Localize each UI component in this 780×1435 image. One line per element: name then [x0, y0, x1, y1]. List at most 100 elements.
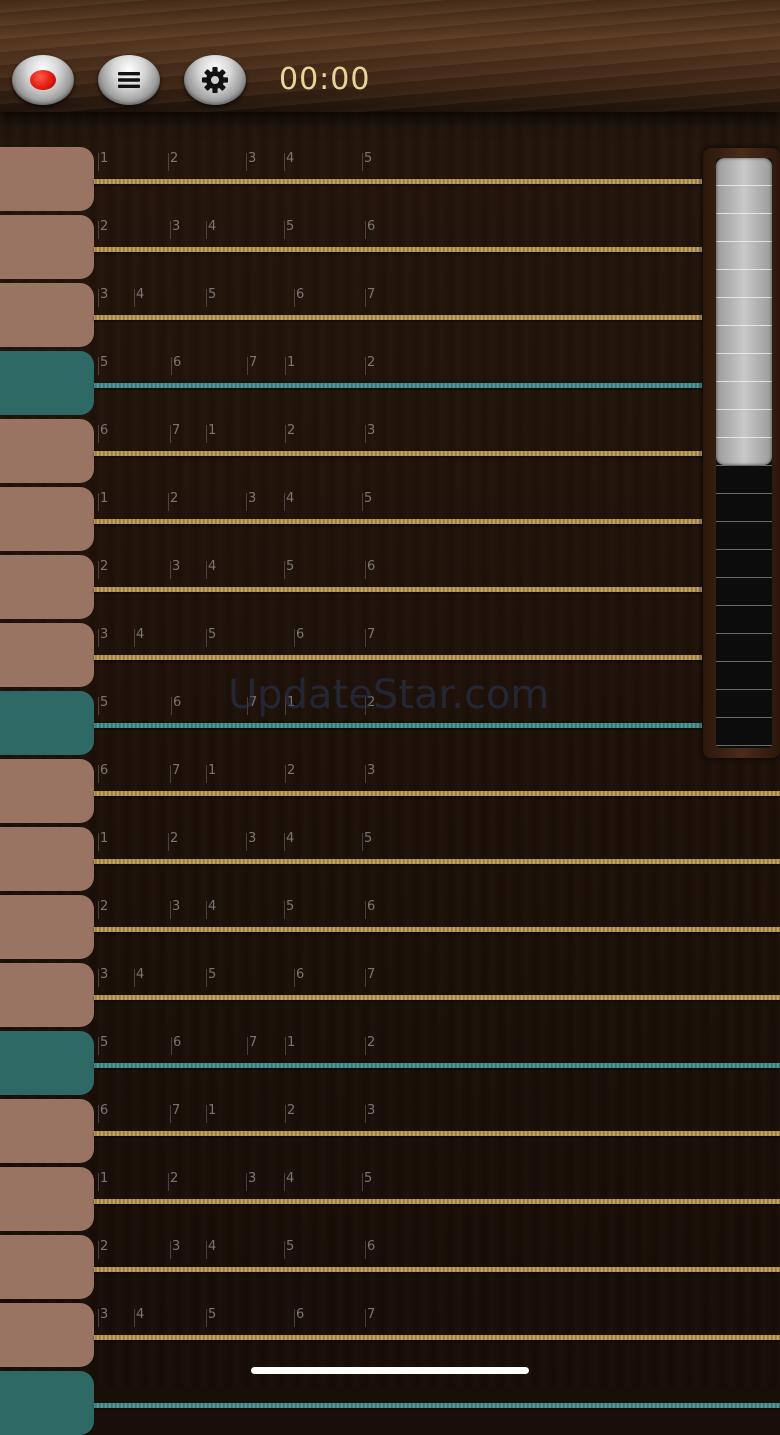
string-5[interactable] [94, 451, 702, 456]
string-key-18[interactable] [0, 1303, 94, 1367]
string-19[interactable] [94, 1403, 780, 1408]
note-label: 4 [283, 491, 295, 511]
string-15[interactable] [94, 1131, 780, 1136]
note-label: 1 [284, 355, 296, 375]
note-label: 6 [364, 219, 376, 239]
note-label: 2 [97, 219, 109, 239]
note-label: 2 [97, 1239, 109, 1259]
note-label: 2 [167, 1171, 179, 1191]
note-label: 6 [293, 1307, 305, 1327]
string-11[interactable] [94, 859, 780, 864]
scroll-thumb[interactable] [716, 158, 772, 465]
note-label: 3 [245, 151, 257, 171]
string-3[interactable] [94, 315, 702, 320]
string-12[interactable] [94, 927, 780, 932]
string-key-4[interactable] [0, 351, 94, 415]
string-key-5[interactable] [0, 419, 94, 483]
note-label: 7 [246, 355, 258, 375]
string-6[interactable] [94, 519, 702, 524]
string-key-3[interactable] [0, 283, 94, 347]
string-9[interactable] [94, 723, 702, 728]
string-key-1[interactable] [0, 147, 94, 211]
note-label: 6 [293, 287, 305, 307]
note-label: 3 [245, 1171, 257, 1191]
note-label: 7 [246, 1035, 258, 1055]
string-key-12[interactable] [0, 895, 94, 959]
note-label: 3 [97, 967, 109, 987]
note-label: 3 [169, 899, 181, 919]
string-key-8[interactable] [0, 623, 94, 687]
string-18[interactable] [94, 1335, 780, 1340]
note-label: 7 [169, 763, 181, 783]
note-label: 3 [245, 831, 257, 851]
settings-button[interactable] [184, 55, 246, 105]
note-label: 5 [283, 1239, 295, 1259]
string-key-9[interactable] [0, 691, 94, 755]
home-indicator [251, 1367, 529, 1374]
string-key-14[interactable] [0, 1031, 94, 1095]
string-16[interactable] [94, 1199, 780, 1204]
string-10[interactable] [94, 791, 780, 796]
string-key-6[interactable] [0, 487, 94, 551]
note-label: 3 [364, 423, 376, 443]
top-toolbar: 00:00 [0, 0, 780, 112]
string-13[interactable] [94, 995, 780, 1000]
note-label: 5 [97, 695, 109, 715]
note-label: 2 [364, 355, 376, 375]
string-key-13[interactable] [0, 963, 94, 1027]
string-key-17[interactable] [0, 1235, 94, 1299]
record-button[interactable] [12, 55, 74, 105]
note-label: 4 [283, 1171, 295, 1191]
string-key-11[interactable] [0, 827, 94, 891]
note-label: 3 [97, 287, 109, 307]
note-label: 6 [97, 423, 109, 443]
note-label: 2 [284, 1103, 296, 1123]
note-label: 5 [283, 559, 295, 579]
note-label: 5 [205, 1307, 217, 1327]
string-4[interactable] [94, 383, 702, 388]
note-label: 7 [364, 967, 376, 987]
string-17[interactable] [94, 1267, 780, 1272]
string-key-19[interactable] [0, 1371, 94, 1435]
string-key-15[interactable] [0, 1099, 94, 1163]
note-label: 4 [133, 287, 145, 307]
note-label: 3 [169, 1239, 181, 1259]
note-label: 5 [361, 831, 373, 851]
note-label: 5 [361, 1171, 373, 1191]
string-2[interactable] [94, 247, 702, 252]
string-1[interactable] [94, 179, 702, 184]
string-key-7[interactable] [0, 555, 94, 619]
string-key-2[interactable] [0, 215, 94, 279]
scroll-frame [703, 148, 780, 758]
note-label: 2 [284, 763, 296, 783]
note-label: 2 [167, 831, 179, 851]
note-label: 6 [293, 627, 305, 647]
gear-icon [202, 67, 228, 93]
note-label: 7 [364, 287, 376, 307]
note-label: 1 [205, 1103, 217, 1123]
string-8[interactable] [94, 655, 702, 660]
note-label: 3 [97, 627, 109, 647]
note-label: 5 [361, 491, 373, 511]
note-label: 4 [283, 151, 295, 171]
string-board[interactable]: 1 2 3 4 5 2 3 4 5 6 3 4 5 6 7 5 6 7 1 2 6 7 1 2 3 1 2 3 4 5 2 3 4 5 6 3 4 5 6 7… [0, 112, 780, 1435]
note-label: 5 [205, 967, 217, 987]
string-7[interactable] [94, 587, 702, 592]
note-label: 3 [169, 559, 181, 579]
note-label: 3 [169, 219, 181, 239]
note-label: 4 [133, 1307, 145, 1327]
note-label: 3 [97, 1307, 109, 1327]
note-label: 3 [364, 1103, 376, 1123]
string-key-16[interactable] [0, 1167, 94, 1231]
string-14[interactable] [94, 1063, 780, 1068]
note-label: 7 [364, 1307, 376, 1327]
note-label: 4 [133, 967, 145, 987]
note-label: 3 [364, 763, 376, 783]
note-label: 7 [364, 627, 376, 647]
note-label: 6 [364, 559, 376, 579]
note-label: 5 [97, 1035, 109, 1055]
note-label: 1 [97, 831, 109, 851]
note-label: 1 [205, 763, 217, 783]
menu-button[interactable] [98, 55, 160, 105]
string-key-10[interactable] [0, 759, 94, 823]
